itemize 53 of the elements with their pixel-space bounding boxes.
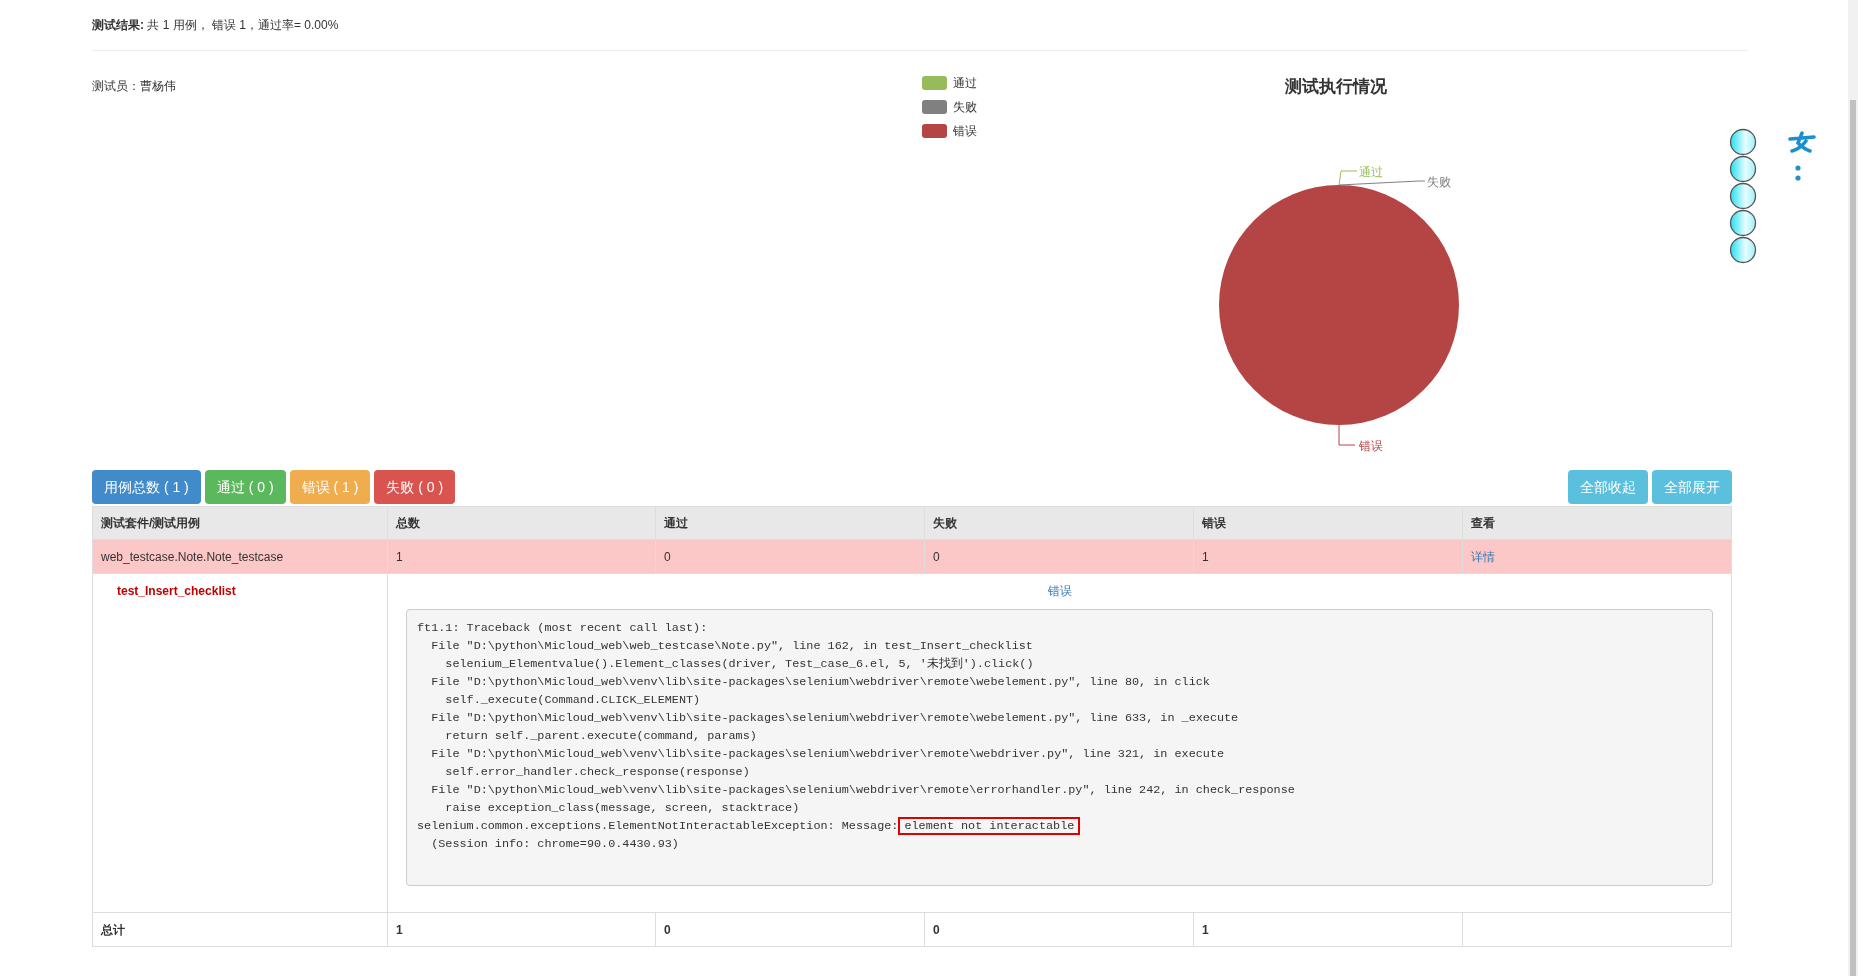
table-cell: 0	[924, 912, 1194, 947]
filter-button[interactable]: 用例总数 ( 1 )	[92, 470, 201, 504]
toggle-button[interactable]: 全部展开	[1652, 470, 1732, 504]
test-result-summary: 测试结果: 共 1 用例， 错误 1，通过率= 0.00%	[92, 18, 339, 32]
scrollbar[interactable]	[1848, 0, 1858, 976]
legend-label[interactable]: 通过	[953, 74, 977, 92]
slice-label: 错误	[1359, 439, 1383, 453]
traceback-line: File "D:\python\Micloud_web\venv\lib\site-packages\selenium\webdriver\remote\webelement.py", line 633, in _execute	[430, 710, 1240, 727]
table-cell: web_testcase.Note.Note_testcase	[92, 539, 388, 574]
column-header: 查看	[1462, 506, 1732, 540]
traceback-line: File "D:\python\Micloud_web\web_testcase\Note.py", line 162, in test_Insert_checklist	[430, 638, 1034, 655]
filter-button[interactable]: 通过 ( 0 )	[204, 470, 286, 504]
column-header: 总数	[387, 506, 656, 540]
chart-title: 测试执行情况	[1285, 76, 1387, 98]
highlighted-message: element not interactable	[898, 817, 1081, 835]
traceback-line: selenium_Elementvalue().Element_classes(driver, Test_case_6.el, 5, '未找到').click()	[444, 656, 1035, 673]
table-cell: 1	[387, 912, 656, 947]
legend-label[interactable]: 错误	[953, 122, 977, 140]
toggle-button[interactable]: 全部收起	[1568, 470, 1648, 504]
traceback-line: raise exception_class(message, screen, stacktrace)	[444, 800, 801, 817]
traceback-line: ft1.1: Traceback (most recent call last):	[417, 620, 709, 637]
slice-label: 失败	[1427, 175, 1451, 189]
table-cell: 1	[387, 539, 656, 574]
status-link[interactable]: 错误	[1047, 584, 1072, 598]
filter-button[interactable]: 失败 ( 0 )	[374, 470, 456, 504]
traceback-line: File "D:\python\Micloud_web\venv\lib\site-packages\selenium\webdriver\remote\webelement.py", line 80, in click	[430, 674, 1211, 691]
traceback-line: return self._parent.execute(command, params)	[444, 728, 758, 745]
legend-label[interactable]: 失败	[953, 98, 977, 116]
column-header: 通过	[655, 506, 925, 540]
filter-button[interactable]: 错误 ( 1 )	[289, 470, 371, 504]
traceback-line: File "D:\python\Micloud_web\venv\lib\site-packages\selenium\webdriver\remote\webdriver.py", line 321, in execute	[430, 746, 1226, 763]
traceback-line: selenium.common.exceptions.ElementNotInteractableException: Message:	[417, 818, 899, 835]
traceback-line: self._execute(Command.CLICK_ELEMENT)	[444, 692, 702, 709]
column-header: 测试套件/测试用例	[92, 506, 388, 540]
column-header: 错误	[1193, 506, 1463, 540]
test-case-name: test_Insert_checklist	[92, 573, 388, 913]
dots-icon[interactable]	[1794, 164, 1802, 182]
traceback-line: File "D:\python\Micloud_web\venv\lib\site-packages\selenium\webdriver\remote\errorhandler.py", line 242, in check_response	[430, 782, 1296, 799]
column-header: 失败	[924, 506, 1194, 540]
tester-name: 测试员：曹杨伟	[92, 79, 176, 93]
traceback-line: (Session info: chrome=90.0.4430.93)	[430, 836, 680, 853]
figure-icon[interactable]	[1788, 131, 1816, 153]
table-cell: 1	[1193, 539, 1463, 574]
leader-line	[1338, 424, 1356, 446]
traceback-line: self.error_handler.check_response(response)	[444, 764, 751, 781]
table-cell: 0	[924, 539, 1194, 574]
table-cell: 总计	[92, 912, 388, 947]
table-cell: 1	[1193, 912, 1463, 947]
slice-label: 通过	[1359, 165, 1383, 179]
table-cell: 0	[655, 912, 925, 947]
details-link[interactable]: 详情	[1471, 549, 1495, 564]
bubble-icons[interactable]	[1729, 128, 1757, 266]
table-cell: 0	[655, 539, 925, 574]
